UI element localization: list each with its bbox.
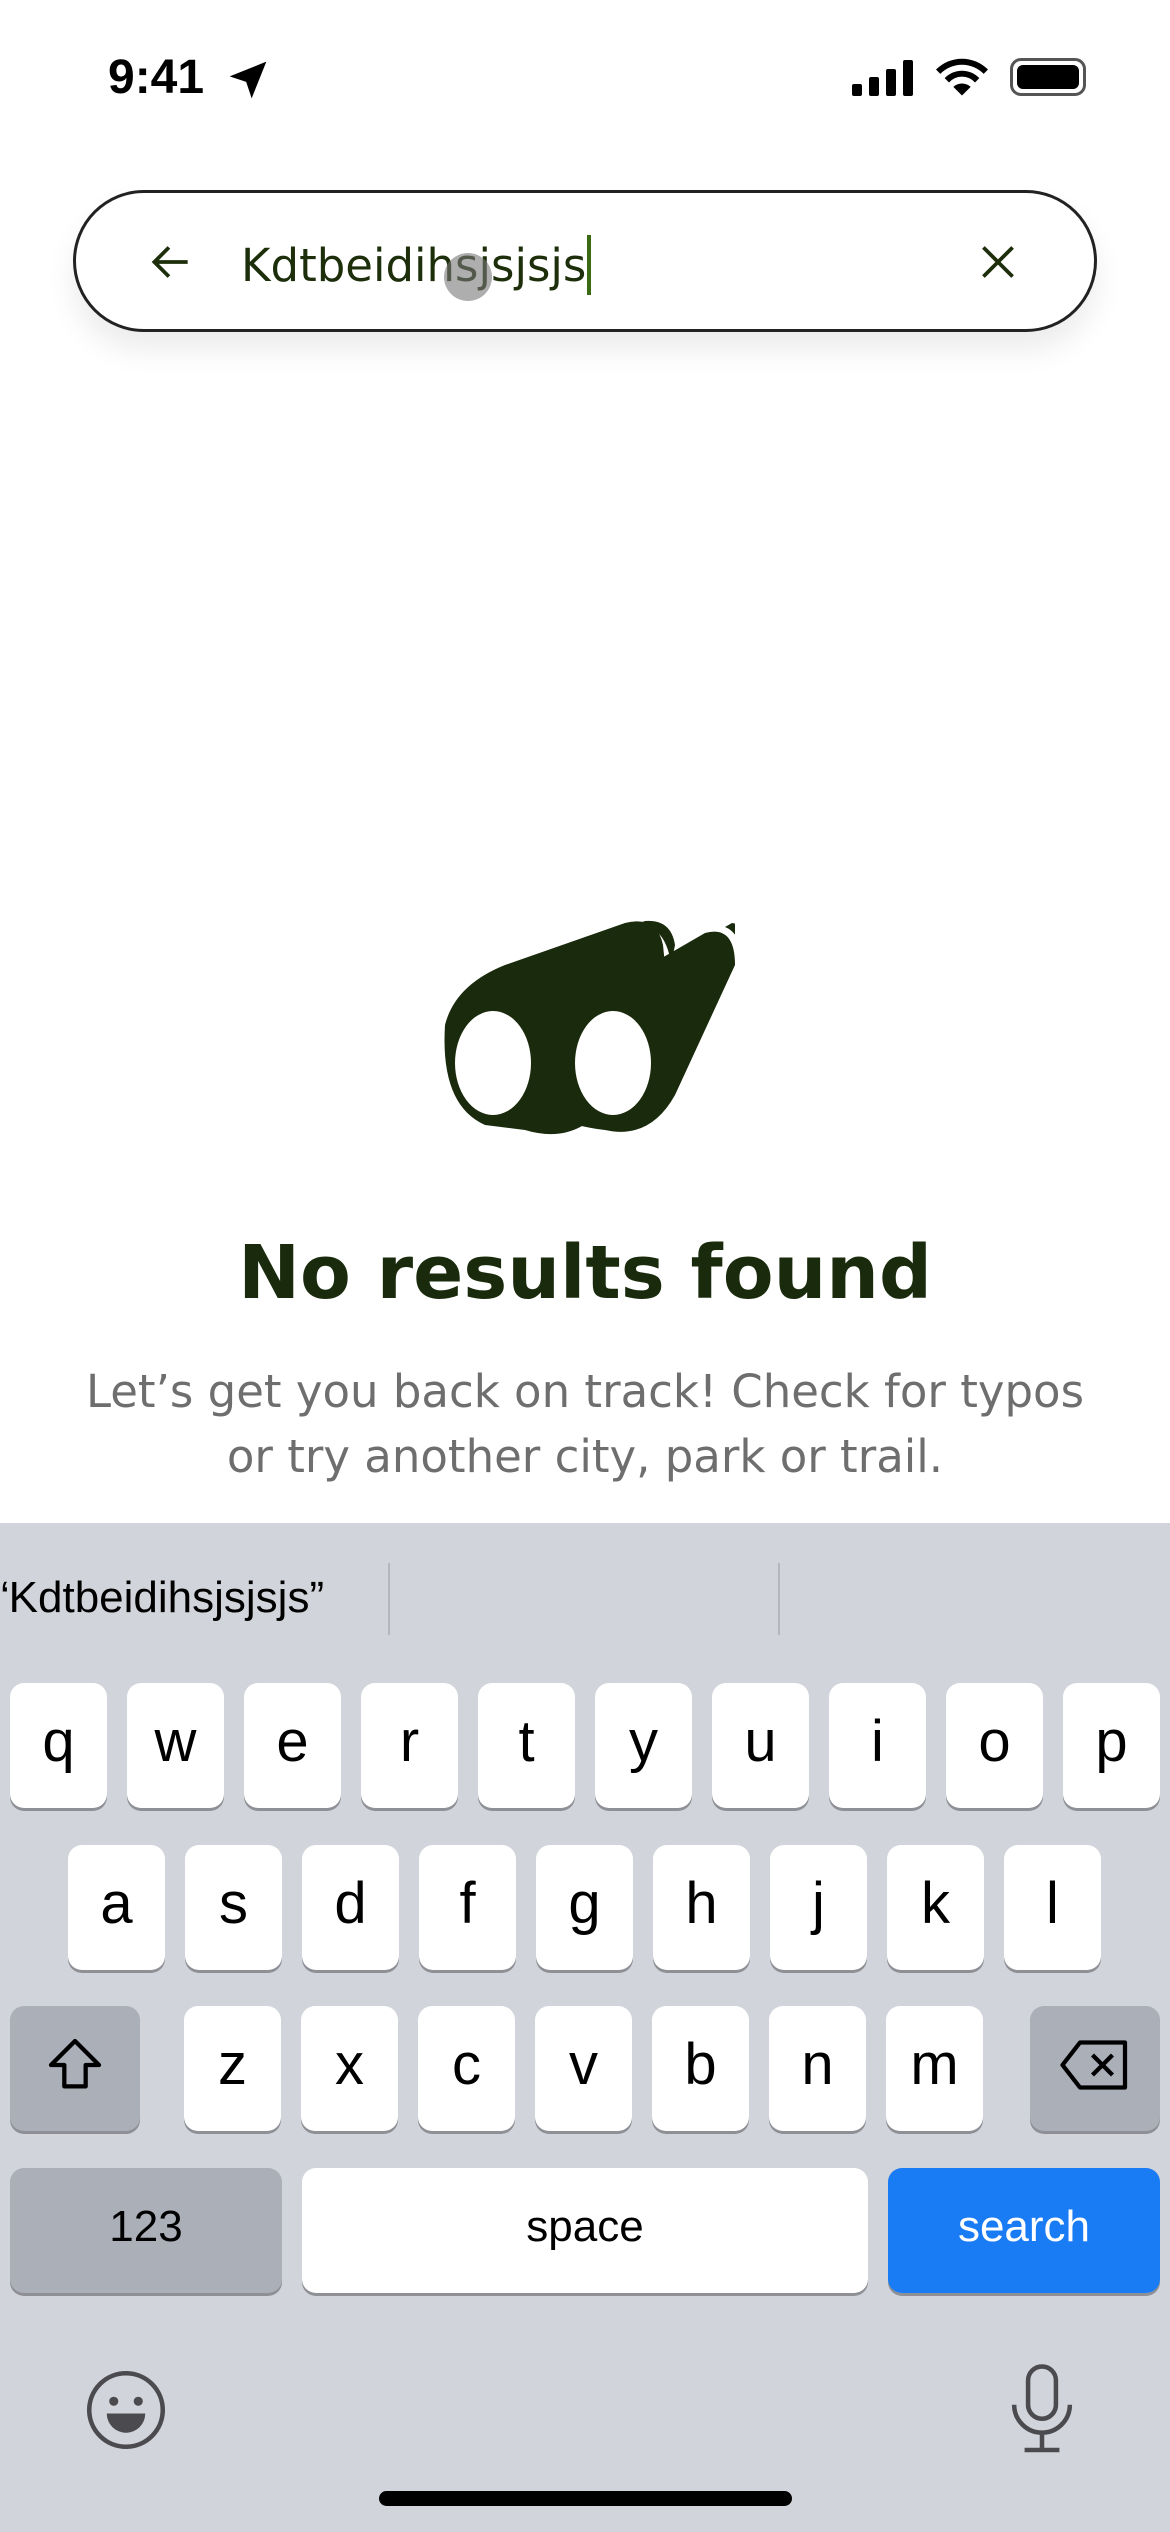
microphone-icon[interactable] [1000,2363,1084,2457]
key-m[interactable]: m [886,2006,983,2131]
back-arrow-icon[interactable] [146,237,196,287]
emoji-icon[interactable] [84,2368,168,2452]
key-j[interactable]: j [770,1845,867,1970]
shift-icon [48,2038,102,2088]
key-k[interactable]: k [887,1845,984,1970]
search-input[interactable]: Kdtbeidihsjsjsjs [241,235,592,295]
key-h[interactable]: h [653,1845,750,1970]
home-indicator [379,2491,792,2506]
numbers-key[interactable]: 123 [10,2168,282,2293]
backspace-icon [1060,2039,1128,2090]
key-n[interactable]: n [769,2006,866,2131]
key-d[interactable]: d [302,1845,399,1970]
key-v[interactable]: v [535,2006,632,2131]
key-l[interactable]: l [1004,1845,1101,1970]
key-t[interactable]: t [478,1683,575,1808]
empty-state-title: No results found [238,1230,932,1316]
binoculars-icon [444,920,735,1135]
key-x[interactable]: x [301,2006,398,2131]
suggestion-divider [778,1563,780,1635]
key-f[interactable]: f [419,1845,516,1970]
autocorrect-suggestion[interactable]: “Kdtbeidihsjsjsjs” [0,1573,324,1623]
status-time: 9:41 [108,51,205,104]
text-caret [587,235,592,295]
key-o[interactable]: o [946,1683,1043,1808]
key-q[interactable]: q [10,1683,107,1808]
key-a[interactable]: a [68,1845,165,1970]
key-c[interactable]: c [418,2006,515,2131]
search-query-text: Kdtbeidihsjsjsjs [241,239,587,292]
key-b[interactable]: b [652,2006,749,2131]
key-e[interactable]: e [244,1683,341,1808]
empty-state-subtitle-line1: Let’s get you back on track! Check for t… [85,1365,1085,1418]
touch-indicator [444,253,492,301]
shift-key[interactable] [10,2006,140,2131]
clear-icon[interactable] [973,237,1023,287]
key-z[interactable]: z [184,2006,281,2131]
wifi-icon [936,58,988,96]
search-bar[interactable]: Kdtbeidihsjsjsjs [73,190,1097,332]
key-u[interactable]: u [712,1683,809,1808]
search-key[interactable]: search [888,2168,1160,2293]
key-i[interactable]: i [829,1683,926,1808]
location-arrow-icon [229,61,267,99]
key-s[interactable]: s [185,1845,282,1970]
key-r[interactable]: r [361,1683,458,1808]
backspace-key[interactable] [1030,2006,1160,2131]
battery-icon [1010,58,1086,96]
suggestion-divider [388,1563,390,1635]
signal-icon [852,60,913,96]
key-p[interactable]: p [1063,1683,1160,1808]
space-key[interactable]: space [302,2168,868,2293]
keyboard: “Kdtbeidihsjsjsjs” qwertyuiop asdfghjkl zx… [0,1523,1170,2532]
key-g[interactable]: g [536,1845,633,1970]
key-w[interactable]: w [127,1683,224,1808]
empty-state-subtitle-line2: or try another city, park or trail. [226,1430,944,1483]
key-y[interactable]: y [595,1683,692,1808]
